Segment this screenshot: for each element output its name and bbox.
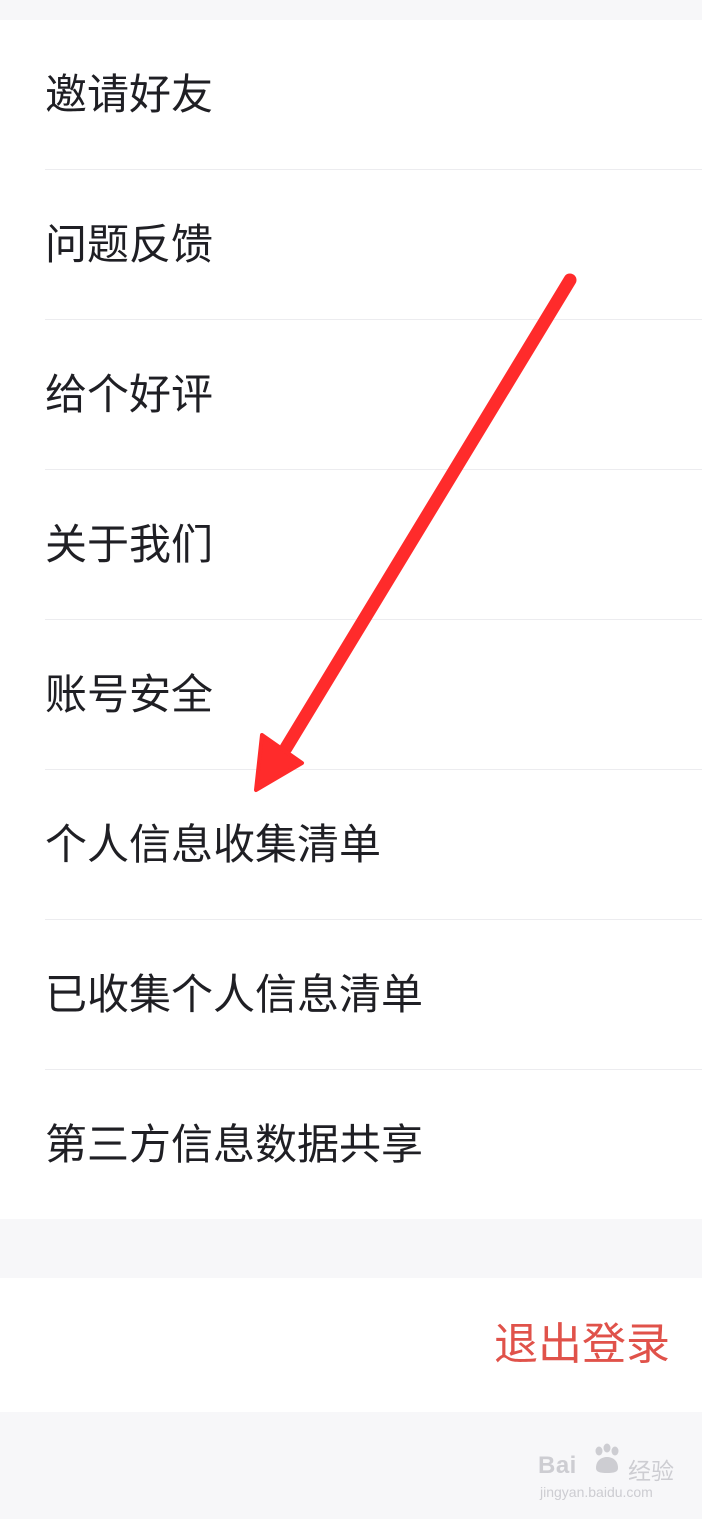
paw-icon (595, 1443, 619, 1473)
logout-button[interactable]: 退出登录 (494, 1323, 670, 1367)
menu-item-personal-info-collection-list[interactable]: 个人信息收集清单 (0, 770, 702, 920)
menu-item-third-party-data-sharing[interactable]: 第三方信息数据共享 (0, 1070, 702, 1220)
watermark: Bai 经验 jingyan.baidu.com (538, 1443, 688, 1508)
menu-item-label: 已收集个人信息清单 (45, 970, 424, 1019)
menu-item-label: 第三方信息数据共享 (45, 1120, 424, 1169)
menu-item-label: 个人信息收集清单 (45, 820, 382, 869)
logout-section: 退出登录 (0, 1278, 702, 1412)
menu-item-label: 给个好评 (45, 370, 214, 419)
menu-item-collected-personal-info-list[interactable]: 已收集个人信息清单 (0, 920, 702, 1070)
watermark-product: 经验 (628, 1459, 674, 1485)
watermark-url: jingyan.baidu.com (540, 1484, 653, 1500)
menu-item-label: 邀请好友 (45, 70, 214, 119)
menu-item-about-us[interactable]: 关于我们 (0, 470, 702, 620)
menu-item-label: 账号安全 (45, 670, 214, 719)
settings-menu-list: 邀请好友 问题反馈 给个好评 关于我们 账号安全 个人信息收集清单 已收集个人信… (0, 20, 702, 1219)
watermark-brand: Bai (538, 1452, 577, 1479)
menu-item-account-security[interactable]: 账号安全 (0, 620, 702, 770)
menu-item-invite-friends[interactable]: 邀请好友 (0, 20, 702, 170)
menu-item-rate-app[interactable]: 给个好评 (0, 320, 702, 470)
menu-item-feedback[interactable]: 问题反馈 (0, 170, 702, 320)
menu-item-label: 问题反馈 (45, 220, 214, 269)
menu-item-label: 关于我们 (45, 520, 214, 569)
